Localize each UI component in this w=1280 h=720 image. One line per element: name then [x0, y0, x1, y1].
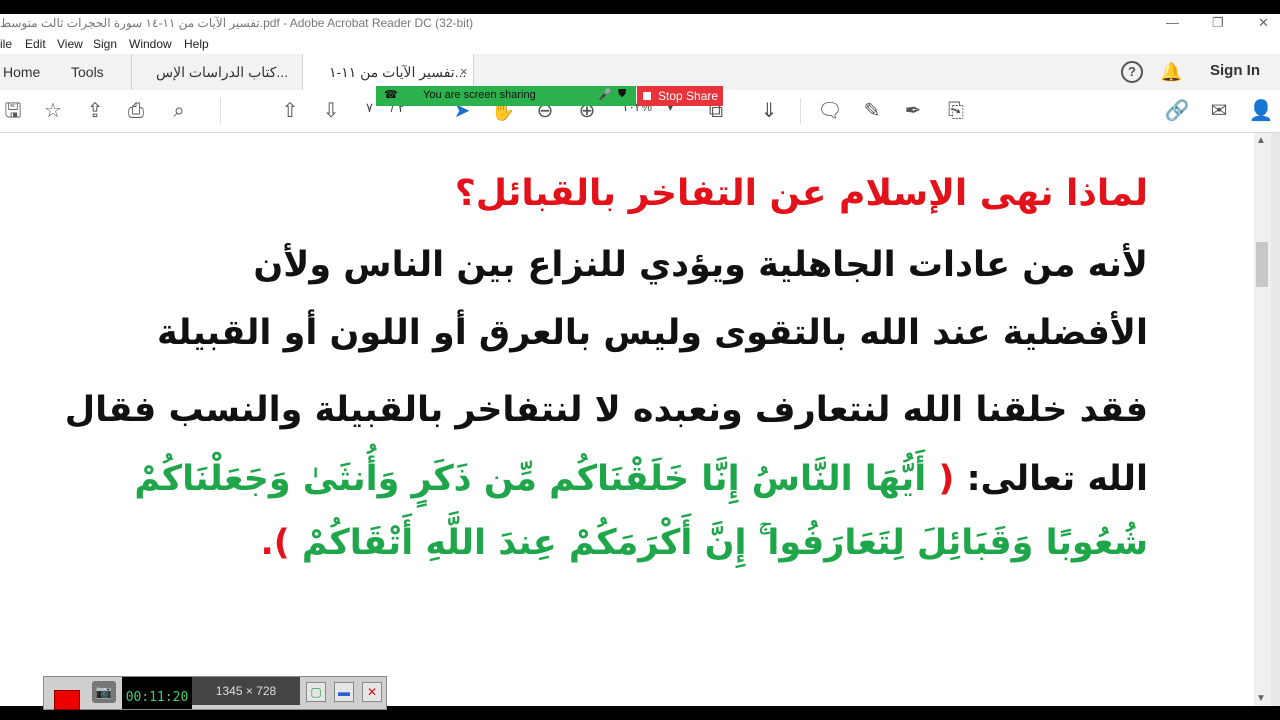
- screen-share-message: You are screen sharing: [423, 89, 536, 101]
- document-heading: لماذا نهى الإسلام عن التفاخر بالقبائل؟: [454, 173, 1148, 214]
- title-bar: تفسير الآيات من ١١-١٤ سورة الحجرات ثالث …: [0, 14, 1280, 34]
- vertical-scrollbar[interactable]: ▲ ▼: [1254, 133, 1271, 706]
- document-page: لماذا نهى الإسلام عن التفاخر بالقبائل؟ ل…: [0, 133, 1254, 706]
- screen-top-border: [0, 0, 1280, 14]
- scroll-mode-icon[interactable]: ⇓: [756, 98, 782, 124]
- menu-window[interactable]: Window: [129, 37, 172, 51]
- camera-icon[interactable]: 📷: [92, 681, 116, 703]
- tab-tools[interactable]: Tools: [71, 54, 104, 90]
- region-select-icon[interactable]: ▢: [306, 682, 326, 702]
- menu-bar: ile Edit View Sign Window Help: [0, 34, 1280, 54]
- stop-share-button[interactable]: Stop Share: [637, 86, 723, 106]
- bookmark-star-icon[interactable]: ☆: [40, 98, 66, 124]
- minimize-icon[interactable]: —: [1166, 15, 1179, 30]
- menu-sign[interactable]: Sign: [93, 37, 117, 51]
- sign-in-button[interactable]: Sign In: [1210, 62, 1260, 79]
- notification-bell-icon[interactable]: 🔔: [1160, 62, 1182, 83]
- tab-document-1[interactable]: كتاب الدراسات الإس...: [131, 54, 323, 90]
- scroll-down-arrow-icon[interactable]: ▼: [1256, 693, 1266, 704]
- sign-pen-icon[interactable]: ✒: [900, 98, 926, 124]
- add-user-icon[interactable]: 👤: [1248, 98, 1274, 124]
- document-line-2: الأفضلية عند الله بالتقوى وليس بالعرق أو…: [157, 313, 1148, 353]
- tab-document-1-label: كتاب الدراسات الإس...: [156, 64, 289, 80]
- phone-icon: ☎: [384, 89, 398, 101]
- email-icon[interactable]: ✉: [1206, 98, 1232, 124]
- close-recorder-icon[interactable]: ✕: [362, 682, 382, 702]
- page-total: ٧: [366, 100, 373, 115]
- screen-share-banner: ☎ You are screen sharing 🎤 ⛊: [376, 86, 636, 106]
- close-tab-icon[interactable]: ×: [460, 54, 468, 90]
- stop-share-label: Stop Share: [658, 89, 719, 103]
- share-link-icon[interactable]: 🔗: [1164, 98, 1190, 124]
- verse-intro: الله تعالى:: [966, 459, 1148, 499]
- document-line-3: فقد خلقنا الله لنتعارف ونعبده لا لنتفاخر…: [64, 390, 1148, 430]
- help-icon[interactable]: ?: [1121, 61, 1143, 83]
- toolbar-separator: [220, 98, 221, 124]
- scrollbar-thumb[interactable]: [1256, 242, 1268, 287]
- document-line-5: شُعُوبًا وَقَبَائِلَ لِتَعَارَفُوا ۚ إِن…: [260, 523, 1148, 563]
- capture-dimensions: 1345 × 728: [192, 677, 300, 705]
- right-panel-edge: [1271, 133, 1280, 706]
- print-icon[interactable]: ⎙: [123, 98, 149, 124]
- verse-close-paren: ).: [260, 523, 290, 563]
- verse-text-part-1: أَيُّهَا النَّاسُ إِنَّا خَلَقْنَاكُم مِ…: [134, 459, 927, 499]
- stop-icon: [643, 92, 651, 100]
- search-icon[interactable]: ⌕: [166, 98, 192, 124]
- record-button[interactable]: [54, 690, 80, 710]
- menu-file[interactable]: ile: [0, 37, 12, 51]
- scroll-up-arrow-icon[interactable]: ▲: [1256, 135, 1266, 146]
- minimize-recorder-icon[interactable]: ▬: [334, 682, 354, 702]
- tab-home[interactable]: Home: [3, 54, 40, 90]
- verse-open-paren: (: [938, 459, 955, 499]
- verse-text-part-2: شُعُوبًا وَقَبَائِلَ لِتَعَارَفُوا ۚ إِن…: [301, 523, 1148, 563]
- document-line-1: لأنه من عادات الجاهلية ويؤدي للنزاع بين …: [253, 245, 1148, 285]
- upload-cloud-icon[interactable]: ⇪: [82, 98, 108, 124]
- next-page-icon[interactable]: ⇩: [318, 98, 344, 124]
- save-icon[interactable]: 🖫: [0, 98, 26, 124]
- menu-edit[interactable]: Edit: [25, 37, 46, 51]
- microphone-icon[interactable]: 🎤: [598, 88, 612, 101]
- menu-view[interactable]: View: [57, 37, 83, 51]
- comment-icon[interactable]: 🗨: [817, 98, 843, 124]
- highlight-pen-icon[interactable]: ✎: [859, 98, 885, 124]
- tab-document-2-label: تفسير الآيات من ١١-١...: [329, 64, 467, 80]
- menu-help[interactable]: Help: [184, 37, 209, 51]
- toolbar-separator: [800, 98, 801, 124]
- previous-page-icon[interactable]: ⇧: [277, 98, 303, 124]
- fill-sign-icon[interactable]: ⎘: [943, 98, 969, 124]
- restore-icon[interactable]: ❐: [1212, 15, 1224, 31]
- screen-recorder-widget: 📷 00:11:20 1345 × 728 ▢ ▬ ✕: [43, 676, 387, 710]
- close-window-icon[interactable]: ✕: [1258, 15, 1269, 31]
- document-line-4: الله تعالى: ( أَيُّهَا النَّاسُ إِنَّا خ…: [134, 459, 1148, 499]
- recording-timer: 00:11:20: [122, 677, 192, 709]
- shield-icon: ⛊: [618, 88, 627, 100]
- window-title: تفسير الآيات من ١١-١٤ سورة الحجرات ثالث …: [0, 16, 474, 30]
